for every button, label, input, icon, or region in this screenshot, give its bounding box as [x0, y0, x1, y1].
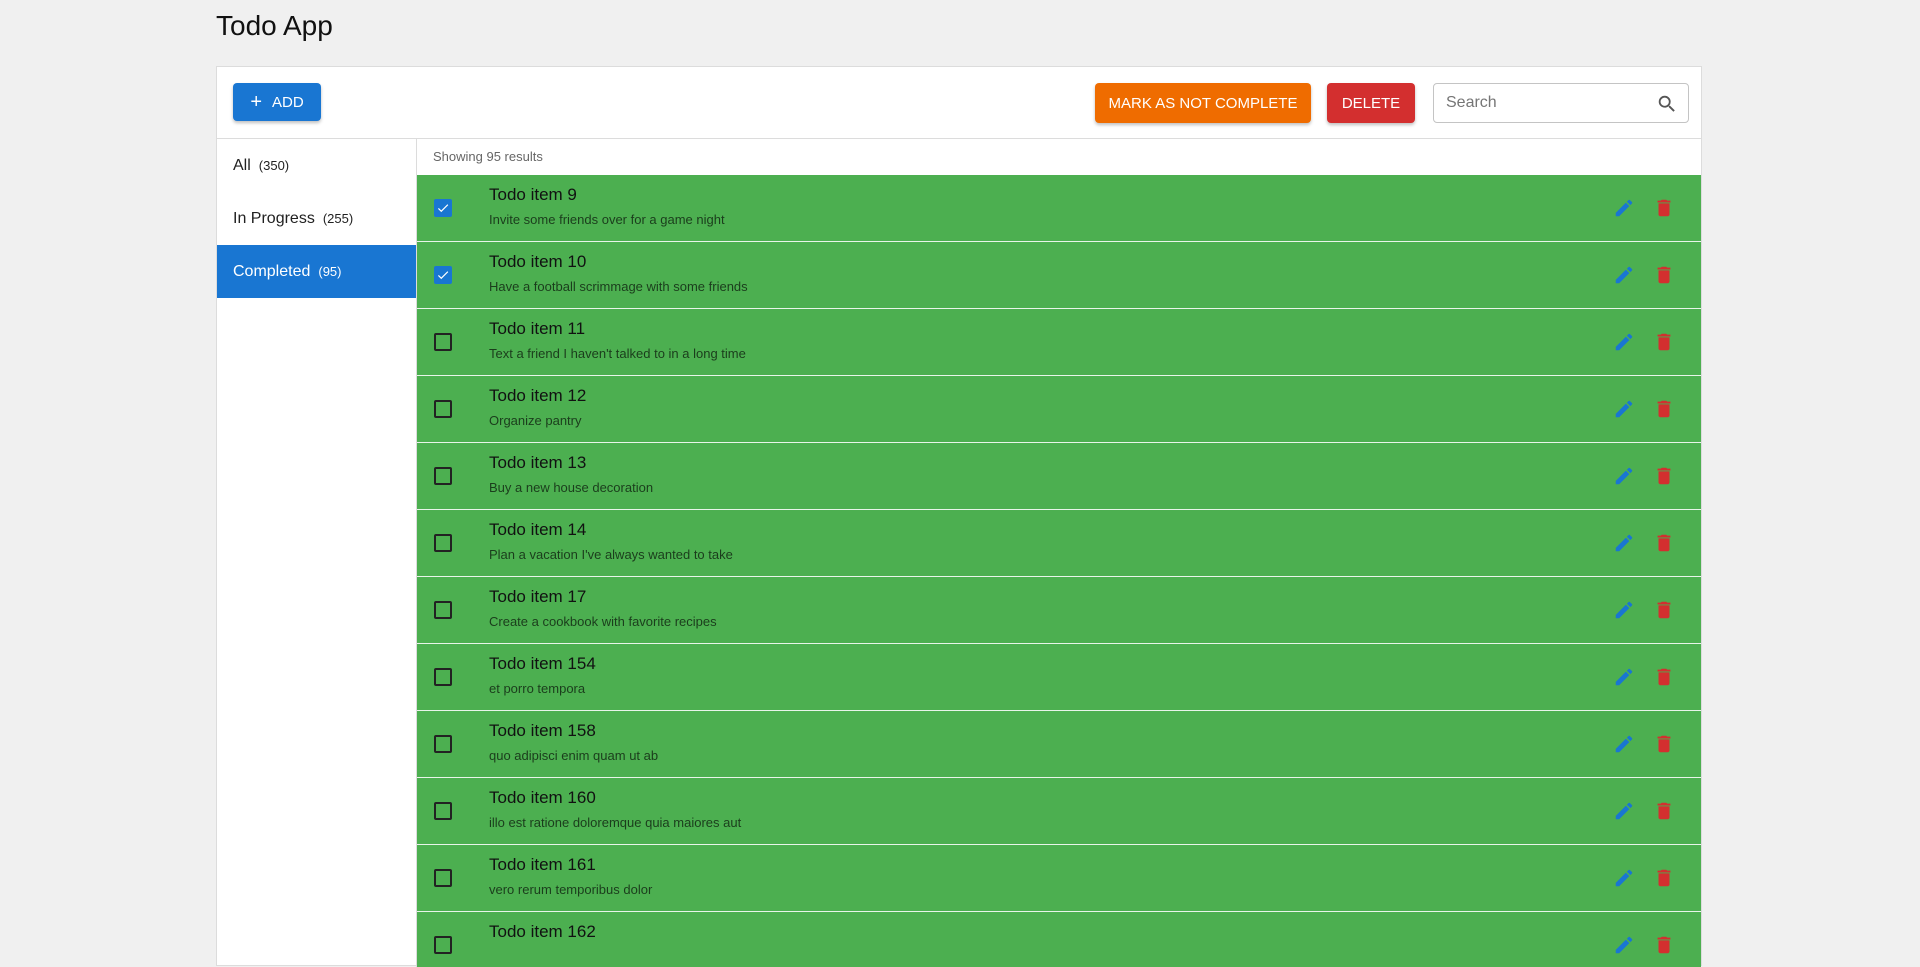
- todo-checkbox[interactable]: [434, 400, 452, 418]
- todo-row[interactable]: Todo item 162: [417, 912, 1701, 967]
- pencil-icon[interactable]: [1613, 867, 1635, 889]
- todo-description: et porro tempora: [489, 681, 586, 696]
- todo-description: Create a cookbook with favorite recipes: [489, 614, 717, 629]
- trash-icon[interactable]: [1653, 264, 1675, 286]
- filter-label: In Progress: [233, 209, 315, 227]
- add-button[interactable]: + ADD: [233, 83, 321, 121]
- todo-description: vero rerum temporibus dolor: [489, 882, 653, 897]
- check-icon: [437, 204, 449, 213]
- todo-row[interactable]: Todo item 12 Organize pantry: [417, 376, 1701, 443]
- trash-icon[interactable]: [1653, 867, 1675, 889]
- todo-row[interactable]: Todo item 13 Buy a new house decoration: [417, 443, 1701, 510]
- add-button-label: ADD: [272, 93, 304, 111]
- filter-in-progress[interactable]: In Progress (255): [217, 192, 416, 245]
- filter-count: (350): [258, 158, 290, 173]
- todo-row[interactable]: Todo item 10 Have a football scrimmage wi…: [417, 242, 1701, 309]
- todo-checkbox[interactable]: [434, 869, 452, 887]
- pencil-icon[interactable]: [1613, 398, 1635, 420]
- filter-count: (255): [322, 211, 354, 226]
- todo-title: Todo item 17: [489, 587, 587, 606]
- trash-icon[interactable]: [1653, 599, 1675, 621]
- todo-title: Todo item 14: [489, 520, 587, 539]
- todo-title: Todo item 13: [489, 453, 587, 472]
- todo-description: Buy a new house decoration: [489, 480, 654, 495]
- pencil-icon[interactable]: [1613, 465, 1635, 487]
- trash-icon[interactable]: [1653, 465, 1675, 487]
- check-icon: [437, 271, 449, 280]
- filter-sidebar: All (350) In Progress (255) Completed (9…: [217, 139, 417, 967]
- trash-icon[interactable]: [1653, 800, 1675, 822]
- todo-row[interactable]: Todo item 158 quo adipisci enim quam ut a…: [417, 711, 1701, 778]
- pencil-icon[interactable]: [1613, 599, 1635, 621]
- todo-row[interactable]: Todo item 154 et porro tempora: [417, 644, 1701, 711]
- pencil-icon[interactable]: [1613, 197, 1635, 219]
- todo-title: Todo item 154: [489, 654, 596, 673]
- filter-count: (95): [318, 264, 342, 279]
- todo-description: Organize pantry: [489, 413, 582, 428]
- todo-checkbox[interactable]: [434, 266, 452, 284]
- results-count: Showing 95 results: [433, 149, 543, 164]
- pencil-icon[interactable]: [1613, 264, 1635, 286]
- trash-icon[interactable]: [1653, 331, 1675, 353]
- todo-panel: + ADD MARK AS NOT COMPLETE DELETE All (3…: [216, 66, 1702, 967]
- trash-icon[interactable]: [1653, 733, 1675, 755]
- todo-checkbox[interactable]: [434, 601, 452, 619]
- delete-button[interactable]: DELETE: [1327, 83, 1415, 123]
- todo-title: Todo item 162: [489, 922, 596, 941]
- todo-description: Plan a vacation I've always wanted to ta…: [489, 547, 733, 562]
- search-box: [1433, 83, 1689, 123]
- todo-checkbox[interactable]: [434, 333, 452, 351]
- todo-checkbox[interactable]: [434, 936, 452, 954]
- todo-description: Text a friend I haven't talked to in a l…: [489, 346, 746, 361]
- filter-completed[interactable]: Completed (95): [217, 245, 416, 298]
- filter-label: Completed: [233, 262, 311, 280]
- todo-title: Todo item 160: [489, 788, 596, 807]
- todo-row[interactable]: Todo item 160 illo est ratione doloremque…: [417, 778, 1701, 845]
- todo-title: Todo item 9: [489, 185, 577, 204]
- todo-row[interactable]: Todo item 161 vero rerum temporibus dolor: [417, 845, 1701, 912]
- todo-row[interactable]: Todo item 17 Create a cookbook with favor…: [417, 577, 1701, 644]
- todo-description: Invite some friends over for a game nigh…: [489, 212, 725, 227]
- todo-description: Have a football scrimmage with some frie…: [489, 279, 748, 294]
- pencil-icon[interactable]: [1613, 733, 1635, 755]
- filter-label: All: [233, 156, 251, 174]
- pencil-icon[interactable]: [1613, 934, 1635, 956]
- todo-list: Todo item 9 Invite some friends over for …: [417, 175, 1701, 967]
- trash-icon[interactable]: [1653, 532, 1675, 554]
- todo-title: Todo item 11: [489, 319, 586, 338]
- trash-icon[interactable]: [1653, 666, 1675, 688]
- pencil-icon[interactable]: [1613, 532, 1635, 554]
- todo-checkbox[interactable]: [434, 199, 452, 217]
- todo-checkbox[interactable]: [434, 467, 452, 485]
- todo-title: Todo item 161: [489, 855, 596, 874]
- todo-description: illo est ratione doloremque quia maiores…: [489, 815, 742, 830]
- filter-all[interactable]: All (350): [217, 139, 416, 192]
- todo-description: quo adipisci enim quam ut ab: [489, 748, 659, 763]
- trash-icon[interactable]: [1653, 398, 1675, 420]
- todo-list-area: Showing 95 results Todo item 9 Invite som…: [417, 139, 1701, 967]
- todo-title: Todo item 12: [489, 386, 587, 405]
- pencil-icon[interactable]: [1613, 666, 1635, 688]
- search-icon[interactable]: [1656, 93, 1678, 115]
- todo-row[interactable]: Todo item 9 Invite some friends over for …: [417, 175, 1701, 242]
- todo-checkbox[interactable]: [434, 668, 452, 686]
- todo-checkbox[interactable]: [434, 534, 452, 552]
- trash-icon[interactable]: [1653, 934, 1675, 956]
- pencil-icon[interactable]: [1613, 331, 1635, 353]
- search-input[interactable]: [1446, 84, 1646, 122]
- todo-row[interactable]: Todo item 11 Text a friend I haven't talk…: [417, 309, 1701, 376]
- todo-checkbox[interactable]: [434, 802, 452, 820]
- page-title: Todo App: [216, 10, 333, 41]
- todo-checkbox[interactable]: [434, 735, 452, 753]
- toolbar: + ADD MARK AS NOT COMPLETE DELETE: [217, 67, 1701, 139]
- todo-row[interactable]: Todo item 14 Plan a vacation I've always …: [417, 510, 1701, 577]
- trash-icon[interactable]: [1653, 197, 1675, 219]
- mark-as-not-complete-button[interactable]: MARK AS NOT COMPLETE: [1095, 83, 1311, 123]
- todo-title: Todo item 10: [489, 252, 587, 271]
- plus-icon: +: [250, 91, 262, 113]
- todo-title: Todo item 158: [489, 721, 596, 740]
- pencil-icon[interactable]: [1613, 800, 1635, 822]
